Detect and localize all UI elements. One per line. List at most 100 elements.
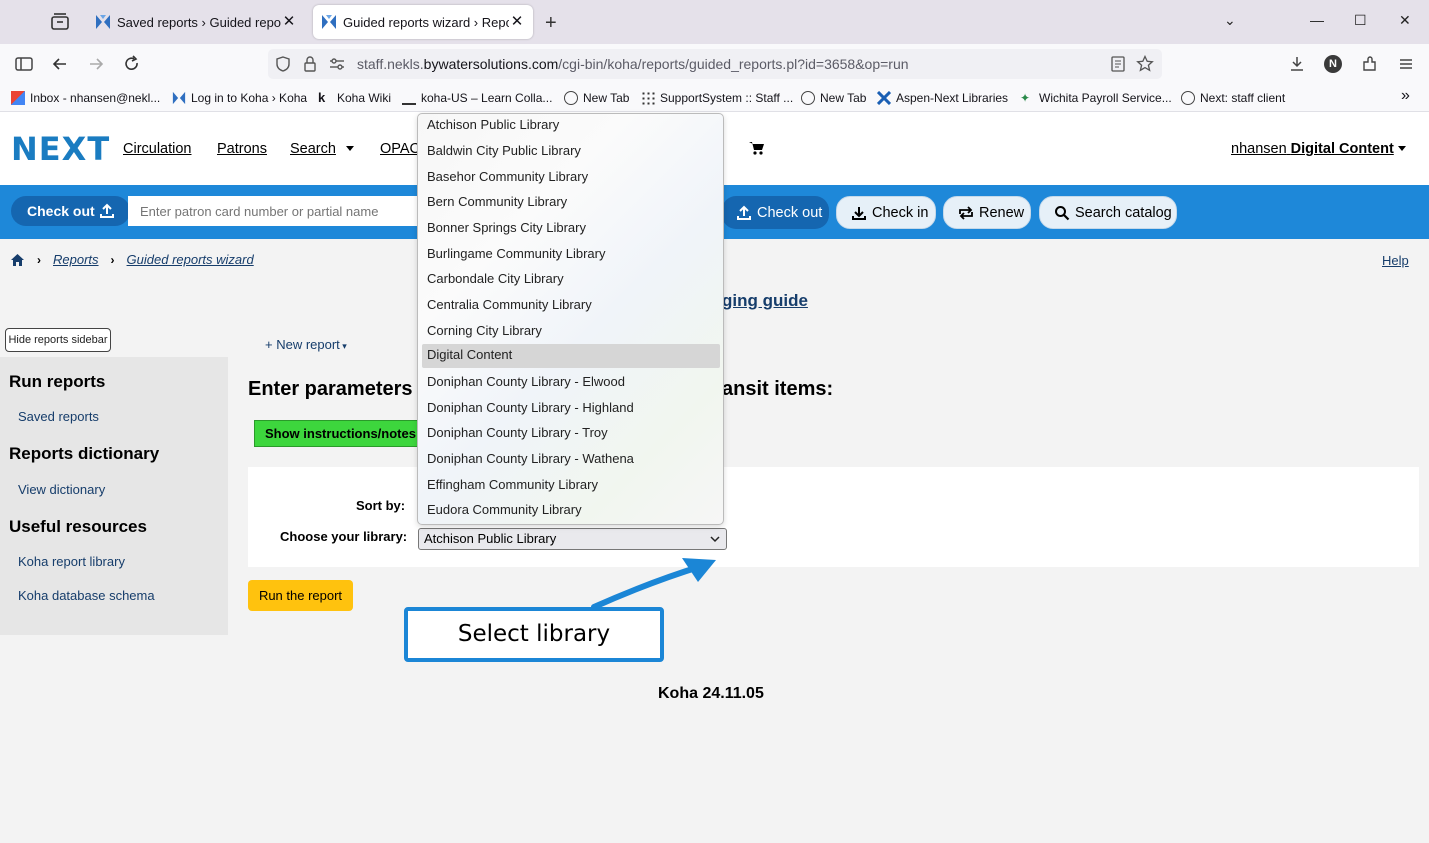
tab-overflow-chevron-icon[interactable]: ⌄ bbox=[1224, 12, 1236, 29]
page-heading-continued: ansit items: bbox=[722, 378, 834, 400]
url-bar[interactable]: staff.nekls.bywatersolutions.com/cgi-bin… bbox=[268, 49, 1162, 79]
sidebar-item-koha-report-library[interactable]: Koha report library bbox=[18, 554, 125, 569]
list-all-tabs-icon[interactable] bbox=[49, 12, 71, 32]
menu-hamburger-icon[interactable] bbox=[1396, 54, 1416, 74]
support-system-icon bbox=[641, 91, 655, 105]
koha-favicon-icon bbox=[172, 91, 186, 105]
sort-by-label: Sort by: bbox=[356, 498, 406, 513]
globe-icon bbox=[564, 91, 578, 105]
nav-opac[interactable]: OPAC bbox=[380, 141, 420, 157]
library-dropdown-list[interactable]: Atchison Public Library Baldwin City Pub… bbox=[417, 113, 724, 525]
nav-search[interactable]: Search bbox=[290, 141, 336, 157]
downloads-icon[interactable] bbox=[1287, 54, 1307, 74]
renew-arrows-icon bbox=[959, 205, 973, 220]
show-instructions-button[interactable]: Show instructions/notes bbox=[254, 420, 424, 447]
breadcrumb: › Reports › Guided reports wizard bbox=[10, 252, 254, 267]
hide-sidebar-button[interactable]: Hide reports sidebar bbox=[5, 328, 111, 352]
renew-button[interactable]: Renew bbox=[943, 196, 1031, 229]
run-report-button[interactable]: Run the report bbox=[248, 580, 353, 611]
tab-title: Guided reports wizard › Reports bbox=[343, 14, 509, 30]
breadcrumb-reports[interactable]: Reports bbox=[53, 252, 99, 267]
sidebar-item-view-dictionary[interactable]: View dictionary bbox=[18, 482, 105, 497]
dropdown-option[interactable]: Doniphan County Library - Wathena bbox=[422, 448, 720, 472]
bookmark-aspen-next[interactable]: Aspen-Next Libraries bbox=[877, 91, 1008, 105]
bookmark-koha-login[interactable]: Log in to Koha › Koha bbox=[172, 91, 307, 105]
bookmark-koha-us[interactable]: koha-US – Learn Colla... bbox=[402, 91, 552, 105]
koha-favicon-icon bbox=[322, 15, 336, 29]
dropdown-option[interactable]: Carbondale City Library bbox=[422, 268, 720, 292]
dropdown-option-highlighted[interactable]: Digital Content bbox=[422, 344, 720, 368]
dropdown-option[interactable]: Doniphan County Library - Highland bbox=[422, 397, 720, 421]
sidebar-item-koha-database-schema[interactable]: Koha database schema bbox=[18, 588, 155, 603]
help-link[interactable]: Help bbox=[1382, 253, 1409, 268]
extensions-icon[interactable] bbox=[1360, 54, 1380, 74]
dropdown-option[interactable]: Bern Community Library bbox=[422, 191, 720, 215]
patron-search-input[interactable] bbox=[128, 196, 428, 226]
user-menu[interactable]: nhansen Digital Content bbox=[1231, 141, 1394, 157]
checkout-tab[interactable]: Check out bbox=[11, 196, 130, 226]
breadcrumb-separator-icon: › bbox=[37, 252, 41, 267]
close-window-icon[interactable]: ✕ bbox=[1399, 12, 1411, 29]
cart-icon[interactable] bbox=[749, 140, 765, 156]
reload-icon[interactable] bbox=[122, 54, 142, 74]
new-tab-icon[interactable]: + bbox=[545, 12, 557, 35]
nav-circulation[interactable]: Circulation bbox=[123, 141, 192, 157]
user-menu-caret-icon[interactable] bbox=[1398, 146, 1406, 151]
dropdown-option[interactable]: Basehor Community Library bbox=[422, 166, 720, 190]
browser-tab-guided-reports-wizard[interactable]: Guided reports wizard › Reports ✕ bbox=[313, 5, 533, 39]
dropdown-option[interactable]: Baldwin City Public Library bbox=[422, 140, 720, 164]
wichita-payroll-icon: ✦ bbox=[1020, 91, 1031, 105]
bookmark-koha-wiki[interactable]: k Koha Wiki bbox=[318, 91, 391, 106]
close-tab-icon[interactable]: ✕ bbox=[509, 14, 525, 30]
dropdown-option[interactable]: Doniphan County Library - Troy bbox=[422, 422, 720, 446]
checkout-button[interactable]: Check out bbox=[722, 196, 829, 229]
bookmark-new-tab-2[interactable]: New Tab bbox=[801, 91, 866, 105]
search-caret-icon[interactable] bbox=[346, 146, 354, 151]
sidebar-heading-useful-resources: Useful resources bbox=[9, 517, 147, 536]
bookmark-support-system[interactable]: SupportSystem :: Staff ... bbox=[641, 91, 793, 105]
dropdown-option[interactable]: Doniphan County Library - Elwood bbox=[422, 371, 720, 395]
maximize-icon[interactable]: ☐ bbox=[1354, 12, 1367, 29]
dropdown-option[interactable]: Eudora Community Library bbox=[422, 499, 720, 523]
bookmark-next-staff-client[interactable]: Next: staff client bbox=[1181, 91, 1285, 105]
bookmarks-overflow-icon[interactable]: » bbox=[1401, 87, 1410, 105]
browser-tab-saved-reports[interactable]: Saved reports › Guided reports › Reports… bbox=[87, 5, 305, 39]
reader-view-icon[interactable] bbox=[1110, 56, 1126, 72]
forward-icon[interactable] bbox=[86, 54, 106, 74]
dropdown-option[interactable]: Bonner Springs City Library bbox=[422, 217, 720, 241]
profile-avatar[interactable]: N bbox=[1324, 55, 1342, 73]
search-catalog-button[interactable]: Search catalog bbox=[1039, 196, 1177, 229]
chevron-down-icon bbox=[710, 536, 720, 543]
back-icon[interactable] bbox=[50, 54, 70, 74]
dropdown-option[interactable]: Corning City Library bbox=[422, 320, 720, 344]
caret-down-icon: ▾ bbox=[339, 341, 347, 351]
breadcrumb-separator-icon: › bbox=[110, 252, 115, 267]
breadcrumb-guided-reports-wizard[interactable]: Guided reports wizard bbox=[127, 252, 254, 267]
nav-patrons[interactable]: Patrons bbox=[217, 141, 267, 157]
close-tab-icon[interactable]: ✕ bbox=[281, 14, 297, 30]
minimize-icon[interactable]: — bbox=[1310, 12, 1324, 28]
gmail-icon bbox=[11, 91, 25, 105]
guide-link[interactable]: ging guide bbox=[722, 291, 808, 311]
koha-logo[interactable]: NEXT bbox=[11, 130, 110, 168]
bookmark-inbox[interactable]: Inbox - nhansen@nekl... bbox=[11, 91, 160, 105]
permissions-icon[interactable] bbox=[328, 56, 346, 72]
library-select[interactable]: Atchison Public Library bbox=[418, 528, 727, 550]
home-icon[interactable] bbox=[10, 253, 25, 267]
lock-icon[interactable] bbox=[302, 55, 318, 73]
dropdown-option[interactable]: Effingham Community Library bbox=[422, 474, 720, 498]
koha-favicon-icon bbox=[96, 15, 110, 29]
bookmark-star-icon[interactable] bbox=[1136, 55, 1154, 73]
checkin-button[interactable]: Check in bbox=[836, 196, 936, 229]
sidebar-item-saved-reports[interactable]: Saved reports bbox=[18, 409, 99, 424]
shield-icon[interactable] bbox=[274, 55, 292, 73]
dropdown-option[interactable]: Atchison Public Library bbox=[422, 114, 720, 138]
page-heading: Enter parameters bbox=[248, 378, 413, 400]
dropdown-option[interactable]: Centralia Community Library bbox=[422, 294, 720, 318]
new-report-button[interactable]: + New report ▾ bbox=[265, 337, 347, 352]
sidebar-toggle-icon[interactable] bbox=[14, 54, 34, 74]
bookmark-new-tab-1[interactable]: New Tab bbox=[564, 91, 629, 105]
dropdown-option[interactable]: Burlingame Community Library bbox=[422, 243, 720, 267]
bookmark-wichita-payroll[interactable]: ✦ Wichita Payroll Service... bbox=[1020, 91, 1172, 105]
reports-sidebar: Run reports Saved reports Reports dictio… bbox=[0, 357, 228, 635]
